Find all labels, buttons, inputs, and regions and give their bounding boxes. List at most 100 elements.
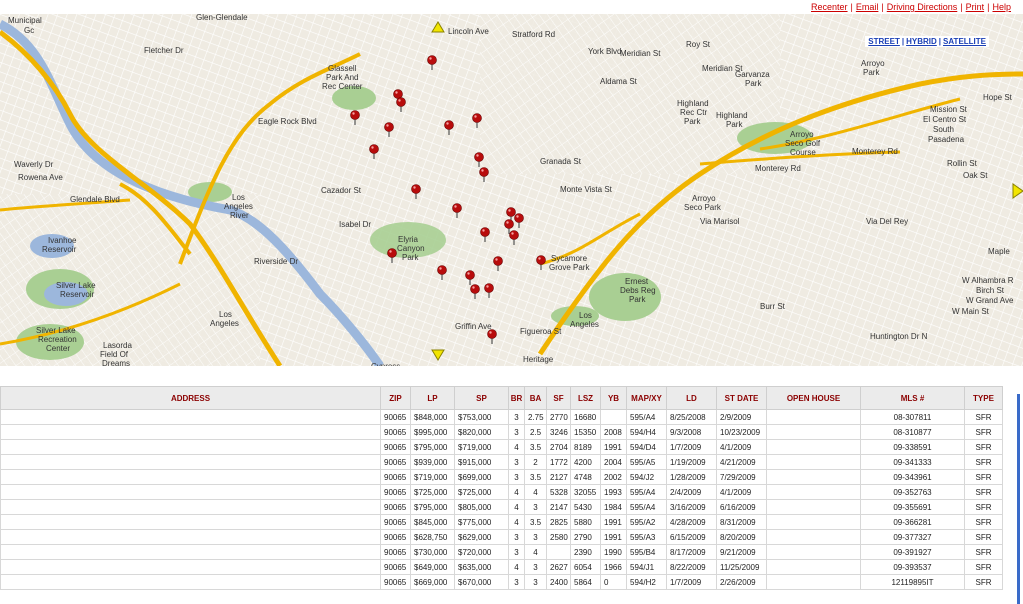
table-cell-mls: 09-343961 <box>860 469 965 485</box>
column-header-lp[interactable]: LP <box>410 386 455 410</box>
map-label: Seco Golf <box>785 139 821 148</box>
column-header-lsz[interactable]: LSZ <box>570 386 601 410</box>
driving-directions-link[interactable]: Driving Directions <box>887 2 958 12</box>
map-label: Park <box>863 68 880 77</box>
map-label: Reservoir <box>42 245 77 254</box>
map-label: Griffin Ave <box>455 322 492 331</box>
map-label: Los <box>219 310 232 319</box>
table-cell-yb: 2002 <box>600 469 627 485</box>
column-header-sf[interactable]: SF <box>546 386 571 410</box>
column-header-sp[interactable]: SP <box>454 386 509 410</box>
table-cell-yb: 2004 <box>600 454 627 470</box>
table-cell-br: 4 <box>508 499 525 515</box>
table-row[interactable]: 90065 $730,000 $720,000 3 4 2390 1990 595/B4 8/1… <box>0 544 1003 560</box>
table-cell-zip: 90065 <box>380 424 411 440</box>
table-cell-lp: $649,000 <box>410 559 455 575</box>
recenter-link[interactable]: Recenter <box>811 2 848 12</box>
map-label: Arroyo <box>861 59 885 68</box>
table-cell-lsz: 8189 <box>570 439 601 455</box>
table-cell-address <box>0 559 381 575</box>
map-label: Lincoln Ave <box>448 27 489 36</box>
table-row[interactable]: 90065 $725,000 $725,000 4 4 5328 32055 1993 595/… <box>0 484 1003 500</box>
table-cell-st-date: 8/20/2009 <box>716 529 767 545</box>
table-cell-yb: 1991 <box>600 439 627 455</box>
map-label: Cazador St <box>321 186 362 195</box>
table-row[interactable]: 90065 $628,750 $629,000 3 3 2580 2790 1991 595/A… <box>0 529 1003 545</box>
column-header-yb[interactable]: YB <box>600 386 627 410</box>
column-header-open-house[interactable]: OPEN HOUSE <box>766 386 861 410</box>
table-cell-ld: 1/19/2009 <box>666 454 717 470</box>
table-cell-mls: 09-355691 <box>860 499 965 515</box>
table-cell-yb: 1990 <box>600 544 627 560</box>
table-row[interactable]: 90065 $995,000 $820,000 3 2.5 3246 15350 2008 59… <box>0 424 1003 440</box>
column-header-ld[interactable]: LD <box>666 386 717 410</box>
map-label: Maple <box>988 247 1010 256</box>
map-type-switcher: STREET | HYBRID | SATELLITE <box>865 36 989 47</box>
table-cell-ld: 9/3/2008 <box>666 424 717 440</box>
column-header-st-date[interactable]: ST DATE <box>716 386 767 410</box>
table-row[interactable]: 90065 $939,000 $915,000 3 2 1772 4200 2004 595/A… <box>0 454 1003 470</box>
table-cell-lsz: 2390 <box>570 544 601 560</box>
table-cell-sf: 2127 <box>546 469 571 485</box>
table-row[interactable]: 90065 $795,000 $719,000 4 3.5 2704 8189 1991 594… <box>0 439 1003 455</box>
table-cell-ba: 3 <box>524 574 547 590</box>
table-cell-sp: $719,000 <box>454 439 509 455</box>
table-row[interactable]: 90065 $848,000 $753,000 3 2.75 2770 16680 595/A… <box>0 409 1003 425</box>
table-cell-map-xy: 594/J2 <box>626 469 667 485</box>
table-row[interactable]: 90065 $719,000 $699,000 3 3.5 2127 4748 2002 594… <box>0 469 1003 485</box>
column-header-br[interactable]: BR <box>508 386 525 410</box>
street-map-button[interactable]: STREET <box>868 37 900 46</box>
map-canvas[interactable]: MunicipalGc Glen-Glendale GlassellPark And… <box>0 14 1023 366</box>
table-cell-lsz: 5430 <box>570 499 601 515</box>
column-header-map-xy[interactable]: MAP/XY <box>626 386 667 410</box>
table-row[interactable]: 90065 $649,000 $635,000 4 3 2627 6054 1966 594/J… <box>0 559 1003 575</box>
map-label: Isabel Dr <box>339 220 371 229</box>
table-cell-map-xy: 595/A4 <box>626 409 667 425</box>
map-label: Highland <box>716 111 748 120</box>
table-row[interactable]: 90065 $845,000 $775,000 4 3.5 2825 5880 1991 595… <box>0 514 1003 530</box>
table-cell-lsz: 5864 <box>570 574 601 590</box>
map-view[interactable]: Municipal Gc Glen-Glendale Glassell Park And… <box>0 14 1023 366</box>
help-link[interactable]: Help <box>992 2 1011 12</box>
table-cell-ba: 4 <box>524 544 547 560</box>
table-cell-lp: $719,000 <box>410 469 455 485</box>
map-label: Grove Park <box>549 263 590 272</box>
table-cell-lsz: 2790 <box>570 529 601 545</box>
map-label: Aldama St <box>600 77 638 86</box>
map-label: Burr St <box>760 302 786 311</box>
column-header-zip[interactable]: ZIP <box>380 386 411 410</box>
column-header-mls[interactable]: MLS # <box>860 386 965 410</box>
scrollbar[interactable] <box>1017 394 1020 604</box>
table-cell-open-house <box>766 439 861 455</box>
email-link[interactable]: Email <box>856 2 879 12</box>
map-label: Angeles <box>570 320 599 329</box>
table-cell-yb: 1991 <box>600 514 627 530</box>
column-header-type[interactable]: TYPE <box>964 386 1003 410</box>
map-label: W Grand Ave <box>966 296 1014 305</box>
table-cell-address <box>0 454 381 470</box>
table-cell-st-date: 11/25/2009 <box>716 559 767 575</box>
table-row[interactable]: 90065 $669,000 $670,000 3 3 2400 5864 0 594/H2 1/… <box>0 574 1003 590</box>
table-cell-lsz: 4200 <box>570 454 601 470</box>
map-label: Rec Ctr <box>680 108 707 117</box>
print-link[interactable]: Print <box>966 2 985 12</box>
table-cell-type: SFR <box>964 559 1003 575</box>
map-label: Rec Center <box>322 82 363 91</box>
map-label: Park <box>745 79 762 88</box>
table-cell-yb: 0 <box>600 574 627 590</box>
table-cell-lp: $845,000 <box>410 514 455 530</box>
table-cell-sf: 3246 <box>546 424 571 440</box>
satellite-map-button[interactable]: SATELLITE <box>943 37 986 46</box>
table-cell-type: SFR <box>964 439 1003 455</box>
table-cell-ld: 2/4/2009 <box>666 484 717 500</box>
hybrid-map-button[interactable]: HYBRID <box>906 37 937 46</box>
table-cell-address <box>0 499 381 515</box>
column-header-ba[interactable]: BA <box>524 386 547 410</box>
table-header-row: ADDRESS ZIP LP SP BR BA SF LSZ YB MAP/XY LD ST DATE… <box>0 386 1003 410</box>
table-cell-sp: $915,000 <box>454 454 509 470</box>
table-row[interactable]: 90065 $795,000 $805,000 4 3 2147 5430 1984 595/A… <box>0 499 1003 515</box>
table-cell-address <box>0 544 381 560</box>
map-label: Square <box>526 365 552 366</box>
table-cell-map-xy: 595/A3 <box>626 529 667 545</box>
column-header-address[interactable]: ADDRESS <box>0 386 381 410</box>
